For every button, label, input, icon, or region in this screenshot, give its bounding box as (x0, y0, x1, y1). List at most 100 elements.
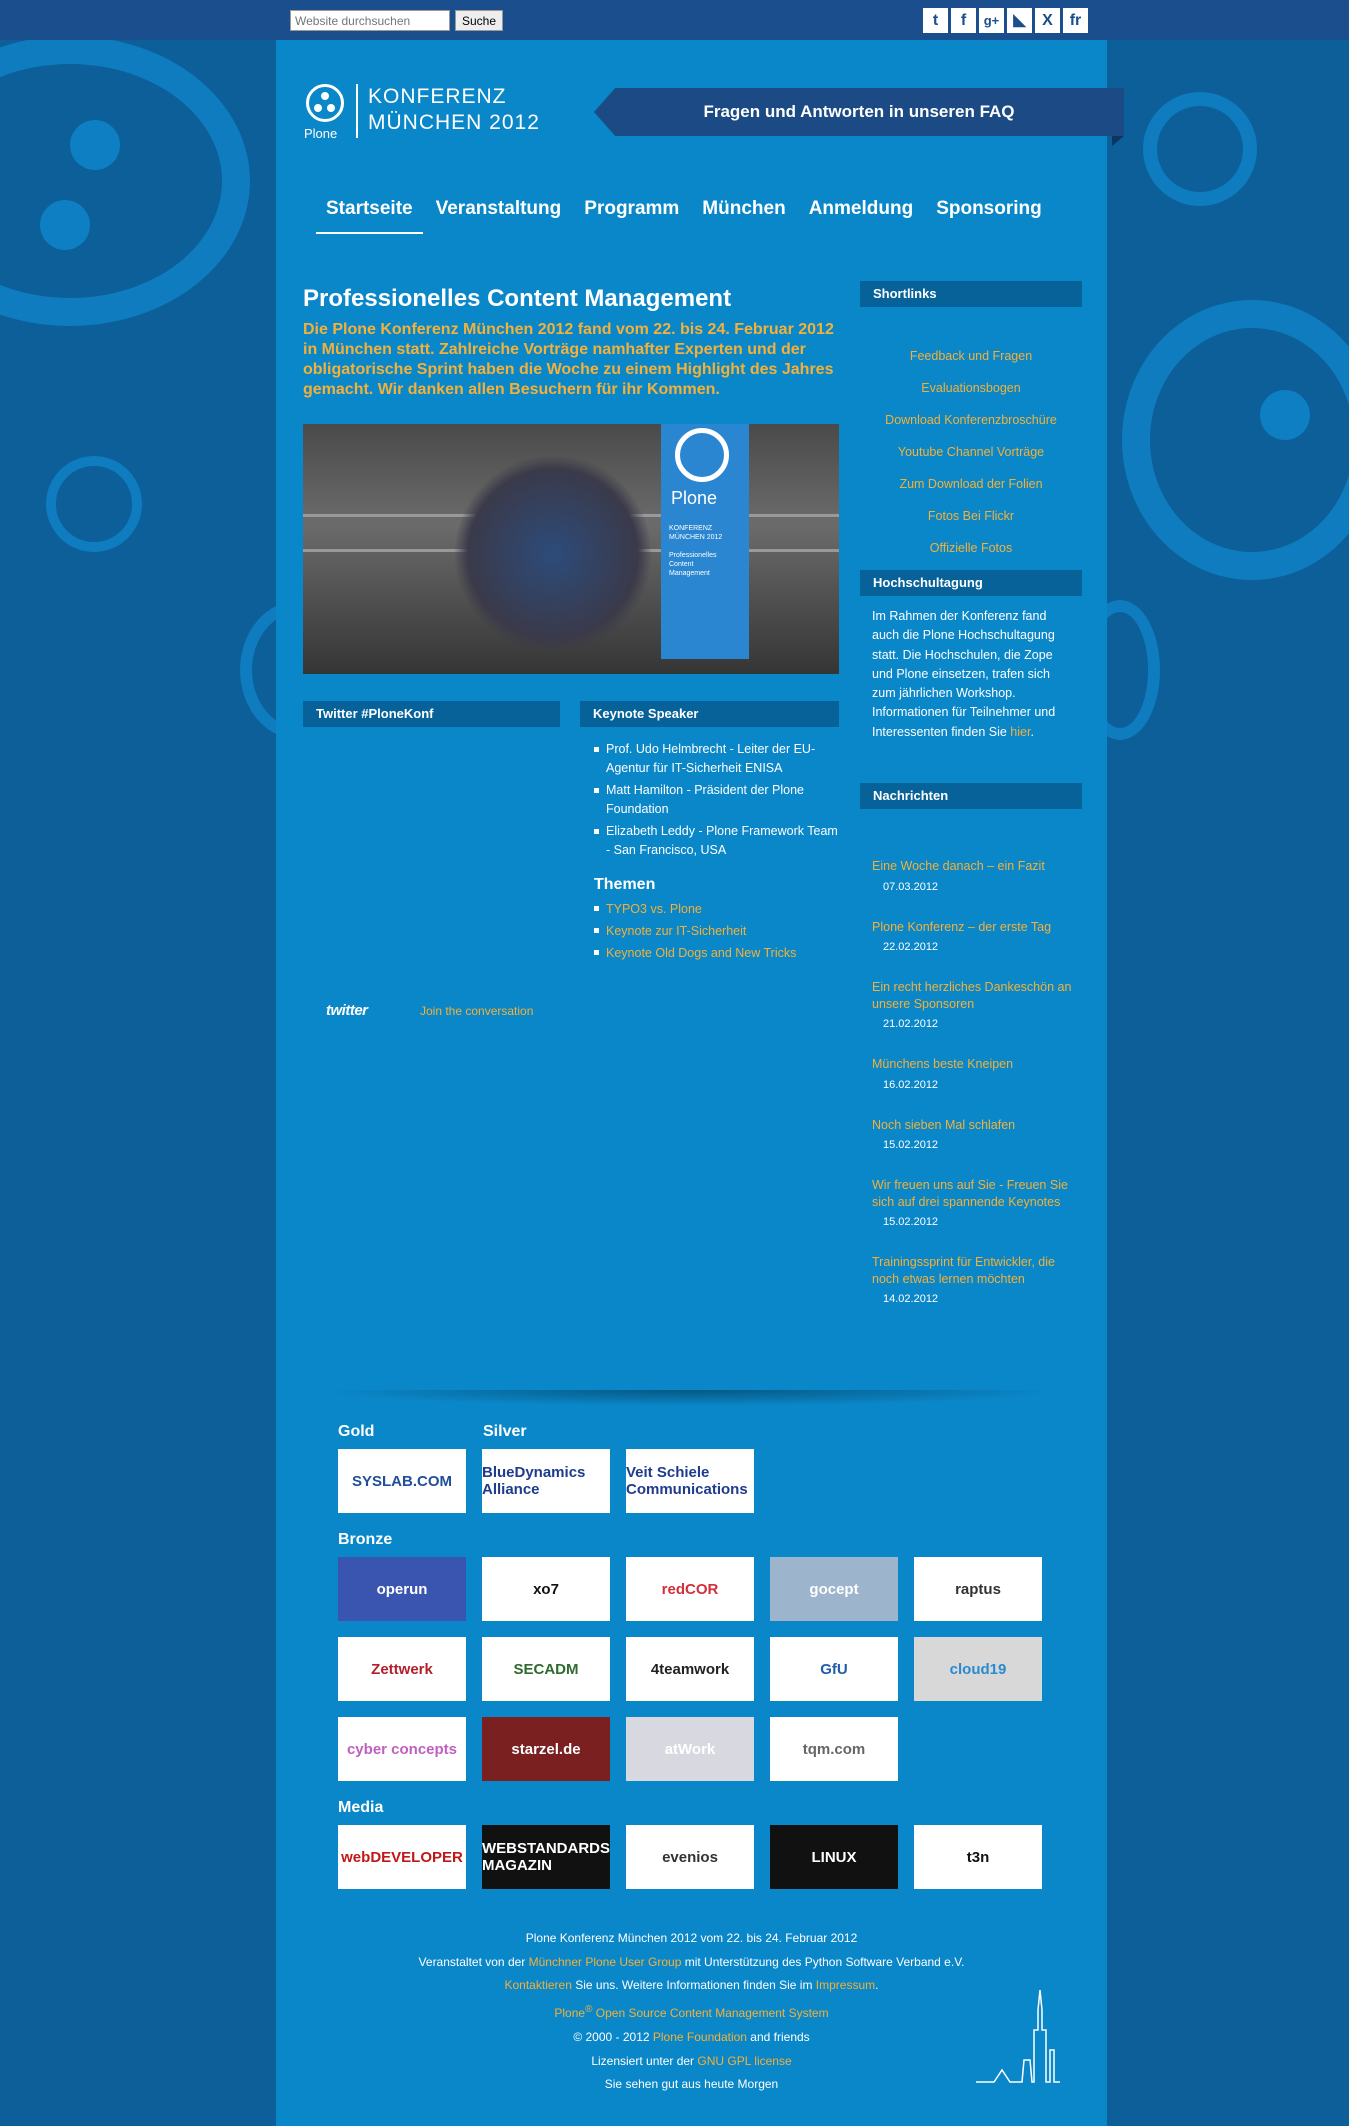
join-conversation-link[interactable]: Join the conversation (420, 1004, 533, 1018)
nav-muenchen[interactable]: München (692, 198, 795, 234)
xing-icon[interactable]: X (1035, 8, 1060, 33)
group-photo: Plone KONFERENZ MÜNCHEN 2012 Professione… (303, 424, 839, 674)
news-item: Wir freuen uns auf Sie - Freuen Sie sich… (872, 1177, 1082, 1228)
twitter-logo[interactable]: twitter (326, 1002, 368, 1019)
bronze-sponsor-logo[interactable]: tqm.com (770, 1717, 898, 1781)
news-date: 21.02.2012 (883, 1018, 939, 1030)
news-title[interactable]: Trainingssprint für Entwickler, die noch… (872, 1254, 1082, 1287)
logo-title: KONFERENZ MÜNCHEN 2012 (368, 85, 540, 134)
bronze-sponsor-logo[interactable]: redCOR (626, 1557, 754, 1621)
news-item: Noch sieben Mal schlafen 15.02.2012 (872, 1117, 1082, 1152)
top-bar: Suche t f g+ ◣ X fr (0, 0, 1349, 40)
themen-link[interactable]: Keynote zur IT-Sicherheit (594, 920, 796, 942)
nav-anmeldung[interactable]: Anmeldung (799, 198, 924, 234)
media-sponsor-logo[interactable]: t3n (914, 1825, 1042, 1889)
news-title[interactable]: Noch sieben Mal schlafen (872, 1117, 1082, 1134)
page-title: Professionelles Content Management (303, 285, 732, 312)
news-title[interactable]: Plone Konferenz – der erste Tag (872, 919, 1082, 936)
keynote-speaker-list: Prof. Udo Helmbrecht - Leiter der EU-Age… (594, 740, 844, 863)
plone-logo-icon (306, 84, 344, 122)
bronze-sponsor-logo[interactable]: raptus (914, 1557, 1042, 1621)
footer-link[interactable]: Impressum (816, 1978, 875, 1992)
bronze-sponsor-logo[interactable]: atWork (626, 1717, 754, 1781)
news-date: 22.02.2012 (883, 941, 939, 953)
news-title[interactable]: Eine Woche danach – ein Fazit (872, 858, 1082, 875)
shortlinks-list: Feedback und Fragen Evaluationsbogen Dow… (860, 340, 1082, 564)
munich-skyline-icon (976, 1990, 1060, 2083)
gold-sponsor-logo[interactable]: SYSLAB.COM (338, 1449, 466, 1513)
news-item: Eine Woche danach – ein Fazit 07.03.2012 (872, 858, 1082, 893)
search-button[interactable]: Suche (455, 10, 503, 31)
page-container: Plone KONFERENZ MÜNCHEN 2012 Fragen und … (276, 40, 1124, 2126)
shortlink[interactable]: Offizielle Fotos (860, 532, 1082, 564)
news-date: 15.02.2012 (883, 1139, 939, 1151)
footer-link[interactable]: GNU GPL license (697, 2054, 791, 2068)
list-item: Elizabeth Leddy - Plone Framework Team -… (594, 822, 844, 860)
media-sponsor-logo[interactable]: LINUX (770, 1825, 898, 1889)
gold-label: Gold (338, 1423, 375, 1440)
footer-line: Veranstaltet von der Münchner Plone User… (418, 1954, 965, 1969)
news-date: 07.03.2012 (883, 880, 939, 893)
flickr-icon[interactable]: fr (1063, 8, 1088, 33)
news-date: 16.02.2012 (883, 1078, 939, 1091)
media-label: Media (338, 1799, 384, 1816)
facebook-icon[interactable]: f (951, 8, 976, 33)
bronze-sponsor-logo[interactable]: Zettwerk (338, 1637, 466, 1701)
bronze-sponsor-logo[interactable]: gocept (770, 1557, 898, 1621)
faq-banner[interactable]: Fragen und Antworten in unseren FAQ (594, 88, 1124, 136)
silver-sponsor-logo[interactable]: BlueDynamics Alliance (482, 1449, 610, 1513)
bronze-sponsor-logo[interactable]: SECADM (482, 1637, 610, 1701)
footer-link[interactable]: Plone® Open Source Content Management Sy… (554, 2004, 828, 2020)
shortlinks-heading: Shortlinks (860, 281, 1082, 307)
shortlink[interactable]: Fotos Bei Flickr (860, 500, 1082, 532)
keynote-heading: Keynote Speaker (580, 701, 839, 727)
footer-line: Plone Konferenz München 2012 vom 22. bis… (525, 1931, 858, 1945)
google-plus-icon[interactable]: g+ (979, 8, 1004, 33)
sponsors-divider (316, 1390, 1066, 1406)
bronze-label: Bronze (338, 1531, 393, 1548)
bronze-sponsor-logo[interactable]: starzel.de (482, 1717, 610, 1781)
silver-sponsor-logo[interactable]: Veit Schiele Communications (626, 1449, 754, 1513)
nav-sponsoring[interactable]: Sponsoring (926, 198, 1052, 234)
list-item: Matt Hamilton - Präsident der Plone Foun… (594, 781, 844, 819)
themen-link[interactable]: TYPO3 vs. Plone (594, 898, 796, 920)
news-title[interactable]: Münchens beste Kneipen (872, 1056, 1082, 1073)
shortlink[interactable]: Youtube Channel Vorträge (860, 436, 1082, 468)
twitter-icon[interactable]: t (923, 8, 948, 33)
footer-link[interactable]: Plone Foundation (653, 2030, 747, 2044)
intro-text: Die Plone Konferenz München 2012 fand vo… (303, 321, 834, 398)
nav-startseite[interactable]: Startseite (316, 198, 423, 234)
bronze-sponsor-logo[interactable]: xo7 (482, 1557, 610, 1621)
news-heading: Nachrichten (860, 783, 1082, 809)
photo-banner: Plone KONFERENZ MÜNCHEN 2012 Professione… (661, 424, 749, 659)
bronze-sponsor-logo[interactable]: operun (338, 1557, 466, 1621)
media-sponsor-logo[interactable]: webDEVELOPER (338, 1825, 466, 1889)
bronze-sponsor-logo[interactable]: 4teamwork (626, 1637, 754, 1701)
footer-link[interactable]: Kontaktieren (505, 1978, 572, 1992)
bronze-sponsor-logo[interactable]: GfU (770, 1637, 898, 1701)
shortlink[interactable]: Feedback und Fragen (860, 340, 1082, 372)
hochschul-heading: Hochschultagung (860, 570, 1082, 596)
bronze-sponsor-logo[interactable]: cloud19 (914, 1637, 1042, 1701)
news-title[interactable]: Ein recht herzliches Dankeschön an unser… (872, 979, 1082, 1012)
hochschul-text: Im Rahmen der Konferenz fand auch die Pl… (872, 609, 1056, 739)
footer-link[interactable]: Münchner Plone User Group (529, 1955, 682, 1969)
nav-programm[interactable]: Programm (574, 198, 689, 234)
news-item: Trainingssprint für Entwickler, die noch… (872, 1254, 1082, 1305)
news-title[interactable]: Wir freuen uns auf Sie - Freuen Sie sich… (872, 1177, 1082, 1210)
twitter-heading: Twitter #PloneKonf (303, 701, 560, 727)
hochschul-link[interactable]: hier (1010, 725, 1030, 739)
media-sponsor-logo[interactable]: WEBSTANDARDS MAGAZIN (482, 1825, 610, 1889)
search-input[interactable] (290, 10, 450, 31)
bronze-sponsor-logo[interactable]: cyber concepts (338, 1717, 466, 1781)
media-sponsor-logo[interactable]: evenios (626, 1825, 754, 1889)
news-item: Ein recht herzliches Dankeschön an unser… (872, 979, 1082, 1030)
rss-icon[interactable]: ◣ (1007, 8, 1032, 33)
silver-label: Silver (483, 1423, 527, 1440)
themen-list: TYPO3 vs. Plone Keynote zur IT-Sicherhei… (594, 898, 796, 964)
nav-veranstaltung[interactable]: Veranstaltung (426, 198, 572, 234)
shortlink[interactable]: Zum Download der Folien (860, 468, 1082, 500)
shortlink[interactable]: Evaluationsbogen (860, 372, 1082, 404)
themen-link[interactable]: Keynote Old Dogs and New Tricks (594, 942, 796, 964)
shortlink[interactable]: Download Konferenzbroschüre (860, 404, 1082, 436)
